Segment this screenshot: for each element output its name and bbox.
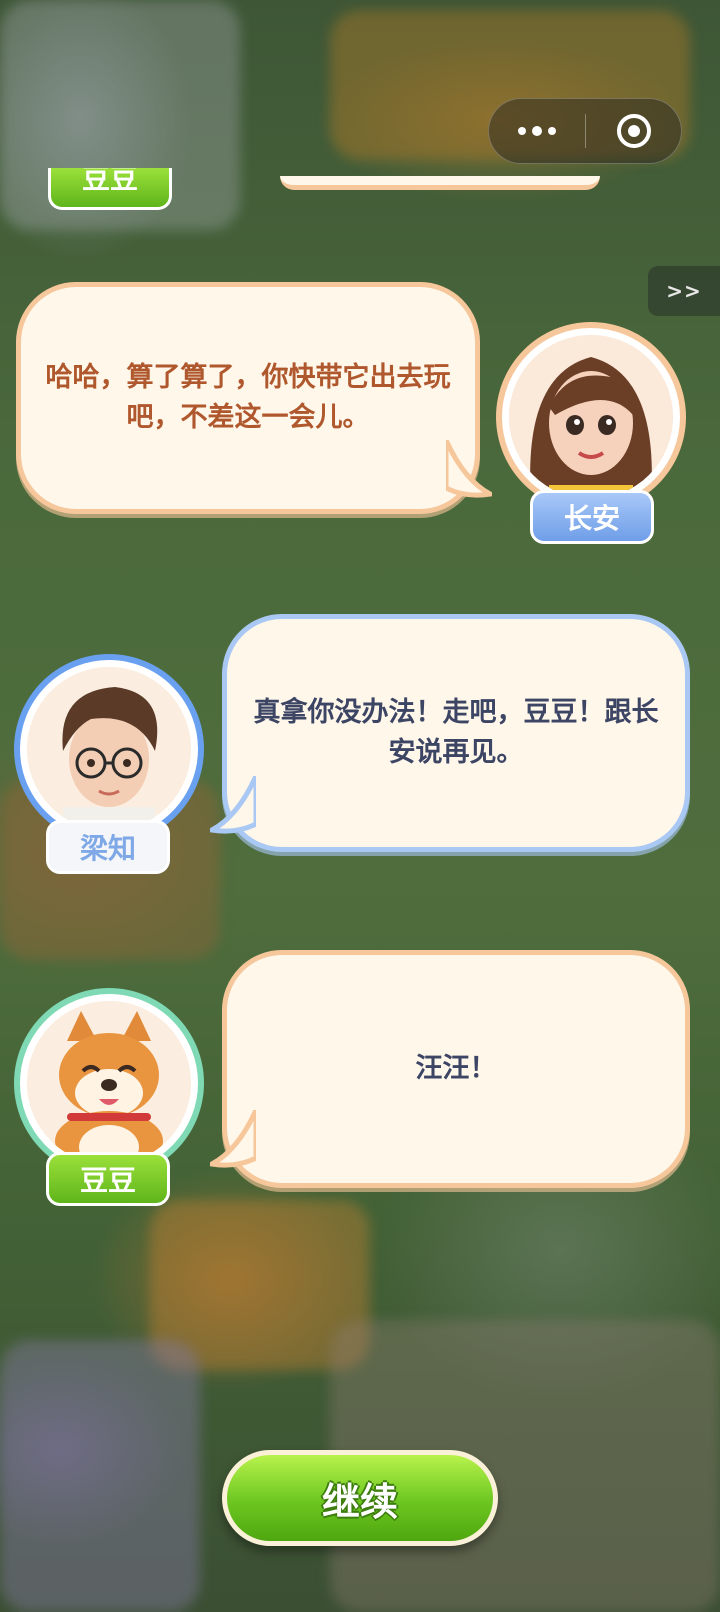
dialogue-text-1: 哈哈，算了算了，你快带它出去玩吧，不差这一会儿。 xyxy=(45,362,451,433)
background-rock xyxy=(0,1340,200,1612)
previous-bubble-edge xyxy=(280,176,600,190)
continue-button[interactable]: 继续 xyxy=(222,1450,498,1546)
dialogue-text-2: 真拿你没办法！走吧，豆豆！跟长安说再见。 xyxy=(253,697,659,768)
avatar-changan xyxy=(502,328,680,506)
speaker-name-2: 梁知 xyxy=(79,832,136,865)
speaker-name-3: 豆豆 xyxy=(79,1164,136,1197)
girl-portrait-icon xyxy=(509,335,673,499)
shiba-dog-icon xyxy=(27,1001,191,1165)
dialogue-bubble-2: 真拿你没办法！走吧，豆豆！跟长安说再见。 xyxy=(222,614,690,852)
nameplate-changan: 长安 xyxy=(530,490,654,544)
bubble-tail-2 xyxy=(210,776,256,834)
more-dots-icon[interactable] xyxy=(489,99,585,163)
dialogue-text-3: 汪汪！ xyxy=(415,1053,497,1084)
nameplate-liangzhi: 梁知 xyxy=(46,820,170,874)
avatar-doudou xyxy=(20,994,198,1172)
skip-button[interactable]: >> xyxy=(648,266,720,316)
target-circle-icon[interactable] xyxy=(586,99,681,163)
bubble-tail-1 xyxy=(446,440,492,498)
miniprogram-capsule xyxy=(488,98,682,164)
previous-nameplate: 豆豆 xyxy=(48,168,172,210)
previous-nameplate-label: 豆豆 xyxy=(81,168,138,195)
speaker-name-1: 长安 xyxy=(563,502,620,535)
boy-portrait-icon xyxy=(27,667,191,831)
dialogue-bubble-3: 汪汪！ xyxy=(222,950,690,1188)
bubble-tail-3 xyxy=(210,1110,256,1168)
avatar-liangzhi xyxy=(20,660,198,838)
dialogue-bubble-1: 哈哈，算了算了，你快带它出去玩吧，不差这一会儿。 xyxy=(16,282,480,514)
nameplate-doudou: 豆豆 xyxy=(46,1152,170,1206)
